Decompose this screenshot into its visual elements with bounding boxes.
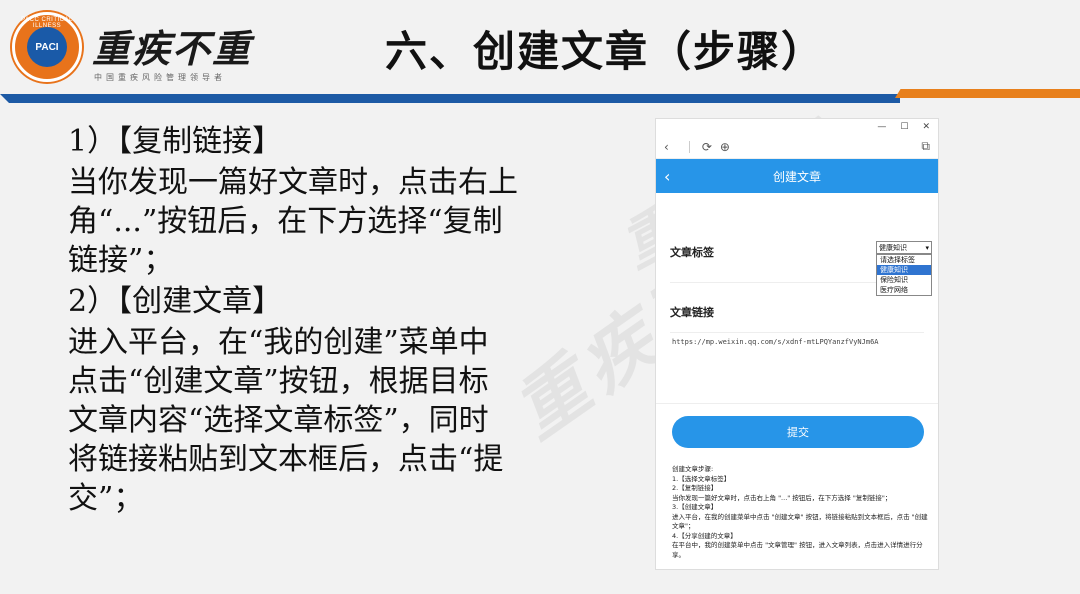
instruction-line: 在平台中，我的创建菜单中点击 "文章管理" 按钮，进入文章列表，点击进入详情进行… xyxy=(672,541,923,559)
maximize-icon[interactable]: ☐ xyxy=(900,122,908,132)
instruction-line: 4.【分享创建的文章】 xyxy=(672,531,737,540)
step-2-body: 进入平台，在“我的创建”菜单中点击“创建文章”按钮，根据目标文章内容“选择文章标… xyxy=(68,325,504,516)
steps-content: 1）【复制链接】 当你发现一篇好文章时，点击右上角“...”按钮后，在下方选择“… xyxy=(68,122,518,520)
link-row: 文章链接 xyxy=(670,291,924,333)
url-field[interactable]: https://mp.weixin.qq.com/s/xdnf-mtLPQYan… xyxy=(672,338,879,346)
brand-logo: PACC CRITICAL ILLNESS PACI xyxy=(12,12,82,82)
logo-ring-text: PACC CRITICAL ILLNESS xyxy=(21,17,73,29)
divider xyxy=(656,403,938,404)
separator xyxy=(688,140,690,153)
tag-select[interactable]: 健康知识 ▾ xyxy=(876,241,932,254)
caret-down-icon: ▾ xyxy=(925,243,929,252)
browser-bar: ‹ ⟳ ⊕ ⧉ xyxy=(656,135,938,159)
instruction-line: 1.【选择文章标签】 xyxy=(672,474,731,483)
globe-icon[interactable]: ⊕ xyxy=(720,140,730,154)
chevron-left-icon[interactable]: ‹ xyxy=(664,167,670,186)
minimize-icon[interactable]: — xyxy=(877,122,886,132)
instruction-line: 3.【创建文章】 xyxy=(672,503,718,511)
submit-button[interactable]: 提交 xyxy=(672,416,924,448)
link-label: 文章链接 xyxy=(670,306,714,319)
tag-option-selected[interactable]: 健康知识 xyxy=(877,265,931,275)
step-1-heading: 1）【复制链接】 xyxy=(68,124,283,159)
instruction-line: 创建文章步骤: xyxy=(672,465,714,473)
step-2-heading: 2）【创建文章】 xyxy=(68,284,283,319)
close-icon[interactable]: ✕ xyxy=(922,122,930,132)
tag-dropdown: 请选择标签 健康知识 保险知识 医疗网络 xyxy=(876,254,932,296)
instruction-line: 进入平台，在我的创建菜单中点击 "创建文章" 按钮，将链接粘贴到文本框后，点击 … xyxy=(672,512,928,531)
tag-option[interactable]: 保险知识 xyxy=(877,275,931,285)
phone-screenshot: — ☐ ✕ ‹ ⟳ ⊕ ⧉ ‹ 创建文章 文章标签 健康知识 ▾ 请选择标签 健… xyxy=(655,118,939,570)
step-1-body: 当你发现一篇好文章时，点击右上角“...”按钮后，在下方选择“复制链接”； xyxy=(68,165,518,278)
brand-subtitle: 中国重疾风险管理领导者 xyxy=(94,73,226,82)
instructions: 创建文章步骤: 1.【选择文章标签】 2.【复制链接】 当你发现一篇好文章时，点… xyxy=(672,465,928,560)
instruction-line: 2.【复制链接】 xyxy=(672,484,718,492)
window-controls: — ☐ ✕ xyxy=(656,119,938,135)
tag-label: 文章标签 xyxy=(670,246,714,259)
instruction-line: 当你发现一篇好文章时，点击右上角 "..." 按钮后，在下方选择 "复制链接"； xyxy=(672,493,892,502)
refresh-icon[interactable]: ⟳ xyxy=(702,140,712,154)
back-arrow-icon[interactable]: ‹ xyxy=(664,140,669,154)
app-header-title: 创建文章 xyxy=(772,169,821,184)
tag-row: 文章标签 健康知识 ▾ 请选择标签 健康知识 保险知识 医疗网络 xyxy=(670,241,932,296)
brand-name: 重疾不重 xyxy=(92,26,253,71)
app-header: ‹ 创建文章 xyxy=(656,159,938,193)
logo-badge: PACI xyxy=(27,27,67,67)
header-rule-blue xyxy=(0,94,900,103)
header-rule-orange xyxy=(895,89,1080,98)
tag-select-value: 健康知识 xyxy=(879,243,907,252)
page-title: 六、创建文章（步骤） xyxy=(385,27,826,76)
copy-icon[interactable]: ⧉ xyxy=(921,139,930,154)
tag-option[interactable]: 请选择标签 xyxy=(877,255,931,265)
